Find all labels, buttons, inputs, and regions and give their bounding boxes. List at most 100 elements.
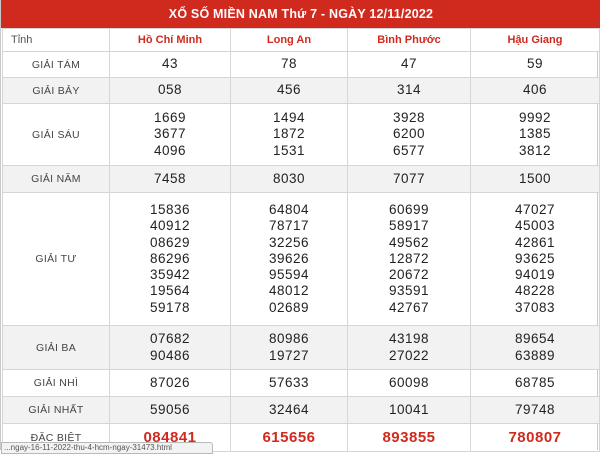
prize-number: 08629 xyxy=(149,234,191,250)
prize-number: 45003 xyxy=(514,218,556,234)
prize-number: 59 xyxy=(526,56,544,72)
prize-number-cell: 43 xyxy=(109,51,231,78)
prize-number-cell: 59056 xyxy=(109,396,231,424)
prize-number: 48228 xyxy=(514,283,556,299)
prize-number: 57633 xyxy=(268,374,310,390)
prize-number: 1494 xyxy=(272,110,306,126)
prize-number: 47 xyxy=(400,56,418,72)
prize-number-cell: 314 xyxy=(347,77,471,104)
prize-number-cell: 78 xyxy=(230,51,348,78)
prize-number-cell: 47027 45003 42861 93625 94019 48228 37083 xyxy=(470,192,600,326)
prize-number: 87026 xyxy=(149,374,191,390)
prize-number: 93591 xyxy=(388,283,430,299)
prize-number-cell: 57633 xyxy=(230,369,348,397)
results-card: XỔ SỐ MIỀN NAM Thứ 7 - NGÀY 12/11/2022 T… xyxy=(0,0,600,454)
prize-number-cell: 80986 19727 xyxy=(230,325,348,370)
prize-number-cell: 10041 xyxy=(347,396,471,424)
prize-number-cell: 15836 40912 08629 86296 35942 19564 59178 xyxy=(109,192,231,326)
prize-number: 78717 xyxy=(268,218,310,234)
prize-number: 314 xyxy=(396,82,422,98)
prize-row-g2: GIẢI NHÌ 87026 57633 60098 68785 xyxy=(2,369,600,397)
prize-number: 35942 xyxy=(149,267,191,283)
province-link[interactable]: Hậu Giang xyxy=(470,28,600,52)
province-link[interactable]: Long An xyxy=(230,28,348,52)
prize-number: 406 xyxy=(522,82,548,98)
prize-number-cell: 47 xyxy=(347,51,471,78)
prize-row-g5: GIẢI NĂM 7458 8030 7077 1500 xyxy=(2,165,600,193)
prize-number: 60699 xyxy=(388,201,430,217)
prize-number: 89654 xyxy=(514,331,556,347)
prize-number: 49562 xyxy=(388,234,430,250)
prize-row-g7: GIẢI BẢY 058 456 314 406 xyxy=(2,77,600,104)
prize-number-cell: 7077 xyxy=(347,165,471,193)
prize-number-cell: 89654 63889 xyxy=(470,325,600,370)
prize-number: 94019 xyxy=(514,267,556,283)
prize-number: 78 xyxy=(280,56,298,72)
prize-number: 12872 xyxy=(388,250,430,266)
prize-number: 47027 xyxy=(514,201,556,217)
prize-number-cell: 87026 xyxy=(109,369,231,397)
prize-number: 615656 xyxy=(262,429,316,446)
prize-number-cell: 8030 xyxy=(230,165,348,193)
province-link[interactable]: Bình Phước xyxy=(347,28,471,52)
prize-number: 58917 xyxy=(388,218,430,234)
prize-number: 6200 xyxy=(392,126,426,142)
special-prize-number: 780807 xyxy=(470,423,600,452)
prize-number: 456 xyxy=(276,82,302,98)
prize-number: 43 xyxy=(161,56,179,72)
prize-row-g6: GIẢI SÁU 1669 3677 4096 1494 1872 1531 3928 6200… xyxy=(2,103,600,166)
prize-number-cell: 7458 xyxy=(109,165,231,193)
prize-number: 19727 xyxy=(268,347,310,363)
prize-number: 058 xyxy=(157,82,183,98)
prize-number-cell: 058 xyxy=(109,77,231,104)
page-title: XỔ SỐ MIỀN NAM Thứ 7 - NGÀY 12/11/2022 xyxy=(1,0,600,28)
prize-number: 3928 xyxy=(392,110,426,126)
prize-number-cell: 68785 xyxy=(470,369,600,397)
prize-label: GIẢI TƯ xyxy=(2,192,110,326)
prize-number-cell: 43198 27022 xyxy=(347,325,471,370)
prize-number-cell: 60699 58917 49562 12872 20672 93591 42767 xyxy=(347,192,471,326)
prize-number-cell: 1494 1872 1531 xyxy=(230,103,348,166)
prize-number-cell: 60098 xyxy=(347,369,471,397)
prize-number: 27022 xyxy=(388,347,430,363)
prize-number: 59056 xyxy=(149,401,191,417)
prize-number: 15836 xyxy=(149,201,191,217)
prize-number-cell: 07682 90486 xyxy=(109,325,231,370)
prize-number-cell: 1500 xyxy=(470,165,600,193)
header-province-label: Tỉnh xyxy=(2,28,110,52)
prize-number: 40912 xyxy=(149,218,191,234)
prize-number: 32464 xyxy=(268,401,310,417)
prize-number-cell: 3928 6200 6577 xyxy=(347,103,471,166)
prize-number-cell: 406 xyxy=(470,77,600,104)
prize-number: 80986 xyxy=(268,331,310,347)
results-table: Tỉnh Hồ Chí Minh Long An Bình Phước Hậu … xyxy=(2,28,600,452)
prize-number: 60098 xyxy=(388,374,430,390)
prize-number-cell: 79748 xyxy=(470,396,600,424)
prize-number-cell: 64804 78717 32256 39626 95594 48012 02689 xyxy=(230,192,348,326)
prize-number: 42767 xyxy=(388,299,430,315)
prize-number: 1500 xyxy=(518,170,552,186)
province-link[interactable]: Hồ Chí Minh xyxy=(109,28,231,52)
prize-label: GIẢI BẢY xyxy=(2,77,110,104)
prize-number: 8030 xyxy=(272,170,306,186)
prize-row-g1: GIẢI NHẤT 59056 32464 10041 79748 xyxy=(2,396,600,424)
prize-number: 9992 xyxy=(518,110,552,126)
prize-number: 4096 xyxy=(153,142,187,158)
prize-number: 95594 xyxy=(268,267,310,283)
prize-number-cell: 59 xyxy=(470,51,600,78)
table-header-row: Tỉnh Hồ Chí Minh Long An Bình Phước Hậu … xyxy=(2,28,600,52)
prize-number-cell: 32464 xyxy=(230,396,348,424)
prize-number: 79748 xyxy=(514,401,556,417)
prize-number: 1669 xyxy=(153,110,187,126)
special-prize-number: 893855 xyxy=(347,423,471,452)
prize-number: 86296 xyxy=(149,250,191,266)
prize-number: 64804 xyxy=(268,201,310,217)
prize-number: 37083 xyxy=(514,299,556,315)
prize-row-g8: GIẢI TÁM 43 78 47 59 xyxy=(2,51,600,78)
prize-number: 1531 xyxy=(272,142,306,158)
prize-number: 7077 xyxy=(392,170,426,186)
prize-number: 90486 xyxy=(149,347,191,363)
prize-number: 07682 xyxy=(149,331,191,347)
prize-number: 59178 xyxy=(149,299,191,315)
prize-row-g4: GIẢI TƯ 15836 40912 08629 86296 35942 19564 591… xyxy=(2,192,600,326)
